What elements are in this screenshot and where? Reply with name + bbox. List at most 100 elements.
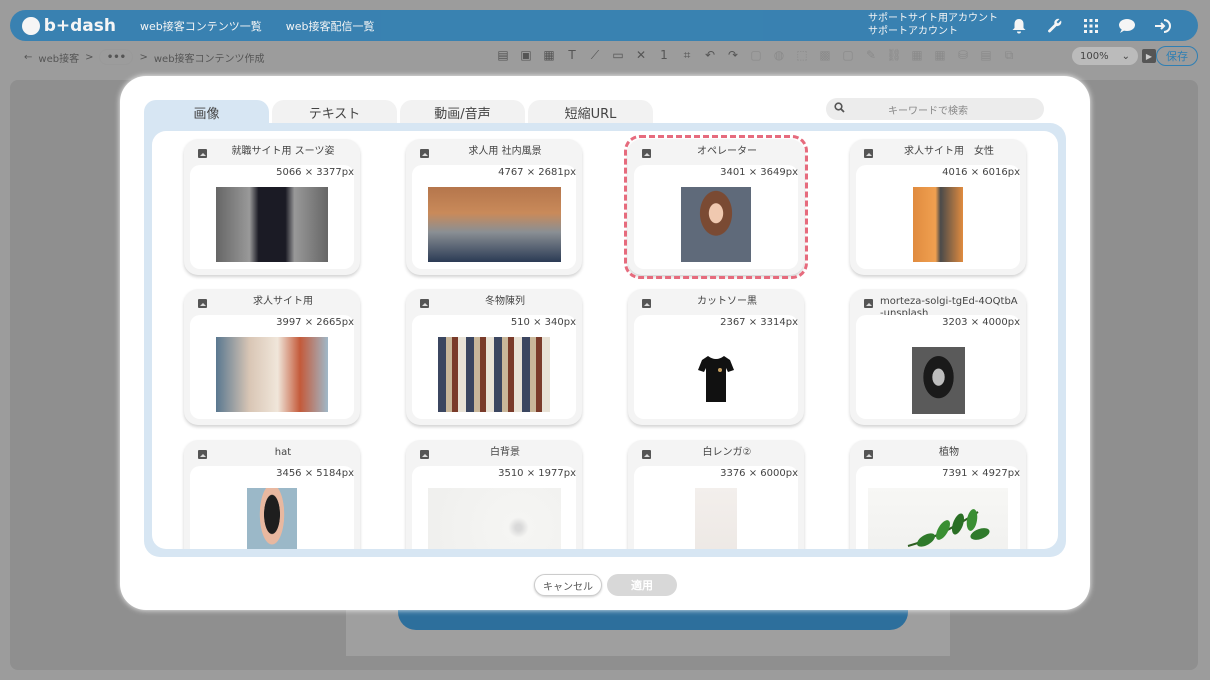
video-icon[interactable]: ▦ (542, 48, 556, 62)
image-dimensions: 4767 × 2681px (498, 167, 576, 178)
close-circle-icon[interactable]: ✕ (634, 48, 648, 62)
search-icon (834, 102, 848, 116)
image-thumbnail (913, 187, 963, 262)
list-alt-icon[interactable]: ▤ (979, 48, 993, 62)
image-dimensions: 3510 × 1977px (498, 468, 576, 479)
layer-icon[interactable]: ▩ (818, 48, 832, 62)
image-card[interactable]: 求人用 社内風景 4767 × 2681px (406, 139, 582, 275)
database-icon[interactable]: ⛁ (956, 48, 970, 62)
selected-indicator (624, 135, 808, 279)
image-card[interactable]: 就職サイト用 スーツ姿 5066 × 3377px (184, 139, 360, 275)
image-card[interactable]: カットソー黒 2367 × 3314px (628, 289, 804, 425)
image-card[interactable]: 冬物陳列 510 × 340px (406, 289, 582, 425)
nav-delivery-list-link[interactable]: web接客配信一覧 (286, 18, 375, 34)
breadcrumb-web-sekkyaku[interactable]: web接客 (38, 50, 79, 65)
image-title: 白背景 (490, 447, 520, 458)
apps-icon[interactable] (1080, 16, 1102, 36)
logo-bubble-icon (22, 16, 40, 35)
image-dimensions: 3203 × 4000px (942, 317, 1020, 328)
image-dimensions: 4016 × 6016px (942, 167, 1020, 178)
bell-icon[interactable] (1008, 16, 1030, 36)
save-button[interactable]: 保存 (1156, 46, 1198, 66)
tab-short-url[interactable]: 短縮URL (528, 100, 653, 124)
image-title: 求人用 社内風景 (468, 146, 542, 157)
table-icon[interactable]: ▦ (933, 48, 947, 62)
image-dimensions: 510 × 340px (510, 317, 576, 328)
image-card[interactable]: 白レンガ② 3376 × 6000px (628, 440, 804, 549)
crop-icon[interactable]: ⌗ (680, 48, 694, 62)
undo-icon[interactable]: ↶ (703, 48, 717, 62)
image-thumbnail (247, 488, 297, 549)
image-dimensions: 3456 × 5184px (276, 468, 354, 479)
image-title: 求人サイト用 女性 (904, 146, 994, 157)
line-icon[interactable]: ⟋ (588, 48, 602, 62)
search-placeholder: キーワードで検索 (888, 105, 968, 117)
image-card[interactable]: hat 3456 × 5184px (184, 440, 360, 549)
image-dimensions: 2367 × 3314px (720, 317, 798, 328)
image-title: 就職サイト用 スーツ姿 (231, 146, 335, 157)
keyword-search-input[interactable]: キーワードで検索 (826, 98, 1044, 120)
image-card[interactable]: 求人サイト用 女性 4016 × 6016px (850, 139, 1026, 275)
brand-name: b+dash (43, 15, 116, 36)
logout-icon[interactable] (1152, 16, 1174, 36)
image-type-icon (864, 299, 873, 308)
shape-icon[interactable]: ▭ (611, 48, 625, 62)
image-thumbnail (911, 347, 965, 414)
image-title: カットソー黒 (697, 296, 757, 307)
text-icon[interactable]: T (565, 48, 579, 62)
drop-icon[interactable]: ◍ (772, 48, 786, 62)
image-title: 求人サイト用 (253, 296, 313, 307)
wrench-icon[interactable] (1044, 16, 1066, 36)
support-account-line2: サポートアカウント (868, 26, 958, 37)
breadcrumb-separator: > (85, 51, 94, 63)
image-type-icon (198, 299, 207, 308)
breadcrumb-separator: > (139, 51, 148, 63)
copy-icon[interactable]: ⧉ (1002, 48, 1016, 62)
zoom-select[interactable]: 100% ⌄ (1072, 47, 1138, 65)
image-thumbnail (427, 488, 561, 549)
breadcrumb-current-page: web接客コンテンツ作成 (153, 53, 265, 65)
link-icon[interactable]: ⛓ (886, 48, 901, 62)
image-thumbnail (438, 337, 550, 412)
image-type-icon (864, 149, 873, 158)
tab-image[interactable]: 画像 (144, 100, 269, 124)
image-icon[interactable]: ▣ (519, 48, 533, 62)
number-icon[interactable]: 1 (657, 48, 671, 62)
image-thumbnail (216, 187, 328, 262)
calendar-icon[interactable]: ▦ (910, 48, 924, 62)
cancel-button[interactable]: キャンセル (534, 574, 602, 596)
image-type-icon (864, 450, 873, 459)
image-thumbnail (216, 337, 328, 412)
image-type-icon (642, 299, 651, 308)
preview-play-button[interactable]: ▶ (1142, 49, 1156, 63)
image-card[interactable]: 白背景 3510 × 1977px (406, 440, 582, 549)
image-card[interactable]: 植物 7391 × 4927px (850, 440, 1026, 549)
support-account-line1: サポートサイト用アカウント (868, 13, 998, 24)
tab-text[interactable]: テキスト (272, 100, 397, 124)
image-type-icon (642, 450, 651, 459)
image-dimensions: 3997 × 2665px (276, 317, 354, 328)
image-type-icon (420, 299, 429, 308)
brand-logo[interactable]: b+dash (22, 16, 116, 36)
image-card[interactable]: morteza-solgi-tgEd-4OQtbA-unsplash 3203 ×… (850, 289, 1026, 425)
breadcrumb-more-button[interactable]: ••• (99, 49, 134, 65)
media-type-tabs: 画像 テキスト 動画/音声 短縮URL (144, 100, 653, 124)
edit-icon[interactable]: ✎ (864, 48, 878, 62)
editor-toolbar: ← web接客 > ••• > web接客コンテンツ作成 ▤ ▣ ▦ T ⟋ ▭ ✕ 1 ⌗ ↶ ↷… (10, 44, 1198, 70)
nav-content-list-link[interactable]: web接客コンテンツ一覧 (140, 18, 262, 34)
chevron-down-icon: ⌄ (1121, 50, 1130, 62)
frame-icon[interactable]: ▢ (749, 48, 763, 62)
image-library-panel: 就職サイト用 スーツ姿 5066 × 3377px 求人用 社内風景 4767 × 2… (144, 123, 1066, 557)
back-arrow-icon[interactable]: ← (24, 52, 32, 63)
list-icon[interactable]: ▤ (496, 48, 510, 62)
chat-icon[interactable] (1116, 16, 1138, 36)
support-account-link[interactable]: サポートサイト用アカウント サポートアカウント (868, 12, 998, 38)
box-icon[interactable]: ▢ (841, 48, 855, 62)
breadcrumb: ← web接客 > ••• > web接客コンテンツ作成 (24, 49, 265, 65)
apply-button[interactable]: 適用 (607, 574, 677, 596)
image-grid[interactable]: 就職サイト用 スーツ姿 5066 × 3377px 求人用 社内風景 4767 × 2… (152, 131, 1058, 549)
redo-icon[interactable]: ↷ (726, 48, 740, 62)
group-icon[interactable]: ⬚ (795, 48, 809, 62)
image-card[interactable]: 求人サイト用 3997 × 2665px (184, 289, 360, 425)
tab-video-audio[interactable]: 動画/音声 (400, 100, 525, 124)
